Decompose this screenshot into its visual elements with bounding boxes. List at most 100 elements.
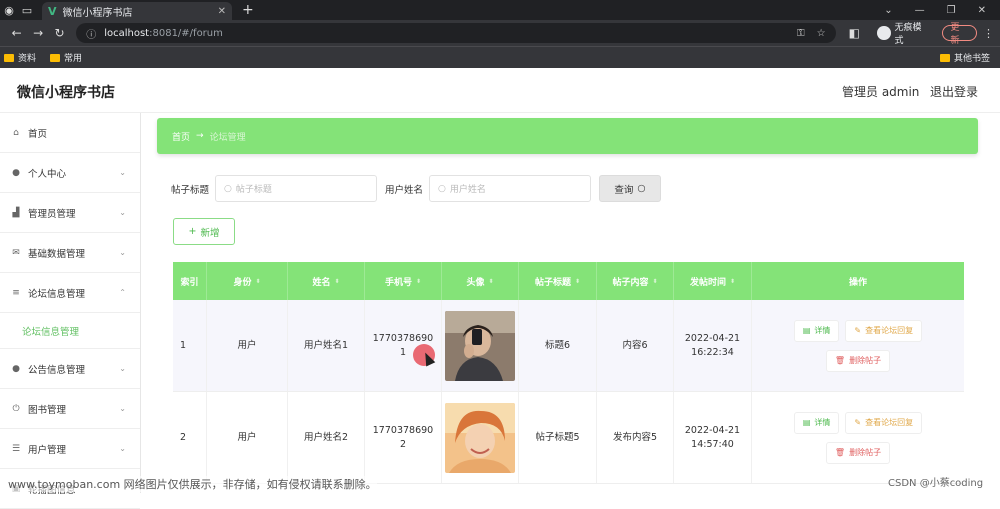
forward-icon[interactable]: → [27, 26, 48, 40]
sidebar-item-forum-management[interactable]: ≡ 论坛信息管理 ⌃ [0, 273, 140, 313]
window-controls: ⌄ — ❐ ✕ [884, 5, 1000, 16]
sidebar-item-personal-center[interactable]: ● 个人中心 ⌄ [0, 153, 140, 193]
plus-icon: + [188, 226, 197, 237]
star-icon[interactable]: ☆ [817, 28, 826, 39]
sidebar-item-admin-management[interactable]: ▟ 管理员管理 ⌄ [0, 193, 140, 233]
incognito-label: 无痕模式 [894, 23, 922, 46]
restore-icon[interactable]: ❐ [947, 5, 956, 16]
table-header: 索引 身份 ⬍ 姓名 ⬍ 手机号 ⬍ 头像 ⬍ 帖子标题 ⬍ 帖子内容 ⬍ 发帖时间 ⬍ 操作 [173, 262, 964, 300]
col-header-post-title[interactable]: 帖子标题 ⬍ [519, 262, 597, 300]
col-header-name[interactable]: 姓名 ⬍ [288, 262, 365, 300]
cell-avatar [442, 300, 519, 391]
cell-index: 2 [173, 392, 207, 483]
sidebar-toggle-icon[interactable]: ◧ [844, 26, 865, 40]
back-icon[interactable]: ← [6, 26, 27, 40]
watermark: www.toymoban.com 网络图片仅供展示，非存储，如有侵权请联系删除。 [8, 476, 377, 492]
col-header-avatar[interactable]: 头像 ⬍ [442, 262, 519, 300]
col-header-index[interactable]: 索引 [173, 262, 207, 300]
view-replies-button[interactable]: ✎ 查看论坛回复 [845, 319, 923, 342]
trash-icon: 🗑 [834, 447, 846, 457]
browser-menu-icon[interactable]: ⋮ [983, 27, 994, 40]
name-search-input[interactable]: ○ 用户姓名 [429, 175, 592, 202]
cell-actions: ▤ 详情 ✎ 查看论坛回复 🗑 删除帖子 [752, 300, 964, 391]
search-icon: ○ [224, 183, 232, 194]
key-icon[interactable]: ⚿ [797, 28, 805, 39]
add-button[interactable]: + 新增 [173, 218, 235, 245]
search-row: 帖子标题 ○ 帖子标题 用户姓名 ○ 用户姓名 查询 ○ [171, 175, 662, 202]
delete-button[interactable]: 🗑 删除帖子 [825, 349, 891, 372]
bookmark-label: 常用 [64, 54, 83, 64]
view-replies-button[interactable]: ✎ 查看论坛回复 [845, 411, 923, 434]
address-bar-row: ← → ↻ ⓘ localhost :8081/#/forum ⚿ ☆ ◧ 无痕… [0, 20, 1000, 46]
sidebar-item-user-management[interactable]: ☰ 用户管理 ⌄ [0, 429, 140, 469]
cell-post-content: 内容6 [597, 300, 674, 391]
sort-icon: ⬍ [415, 277, 422, 285]
sidebar-item-label: 用户管理 [28, 444, 67, 456]
cell-actions: ▤ 详情 ✎ 查看论坛回复 🗑 删除帖子 [752, 392, 964, 483]
table-row: 1 用户 用户姓名1 17703786901 标题6 内容6 2022-04-2… [173, 300, 964, 392]
col-header-post-content[interactable]: 帖子内容 ⬍ [597, 262, 674, 300]
site-info-icon[interactable]: ⓘ [86, 26, 96, 41]
chevron-up-icon: ⌃ [119, 288, 126, 297]
minimize-icon[interactable]: — [915, 5, 925, 16]
delete-button[interactable]: 🗑 删除帖子 [825, 441, 891, 464]
detail-label: 详情 [814, 325, 831, 335]
avatar[interactable] [445, 310, 515, 381]
detail-button[interactable]: ▤ 详情 [793, 319, 840, 342]
folder-icon [50, 53, 61, 62]
name-search-label: 用户姓名 [385, 184, 424, 196]
col-header-post-time[interactable]: 发帖时间 ⬍ [674, 262, 752, 300]
incognito-indicator[interactable]: 无痕模式 [876, 20, 930, 46]
bookmark-folder-1[interactable]: 资料 [4, 51, 36, 64]
sidebar-item-home[interactable]: ⌂ 首页 [0, 113, 140, 153]
tab-search-icon[interactable]: ⌄ [884, 5, 892, 16]
title-search-input[interactable]: ○ 帖子标题 [215, 175, 378, 202]
tab-list-icon[interactable]: ▭ [18, 0, 36, 20]
reload-icon[interactable]: ↻ [49, 26, 70, 40]
folder-icon [939, 53, 950, 62]
cell-name: 用户姓名1 [288, 300, 365, 391]
detail-button[interactable]: ▤ 详情 [793, 411, 840, 434]
sidebar-item-notice-management[interactable]: ● 公告信息管理 ⌄ [0, 349, 140, 389]
cell-index: 1 [173, 300, 207, 391]
post-time: 14:57:40 [691, 438, 734, 450]
home-icon: ⌂ [13, 127, 19, 138]
vue-logo-icon: V [48, 4, 57, 18]
incognito-icon [876, 26, 891, 40]
sidebar-item-label: 图书管理 [28, 404, 67, 416]
document-icon: ▤ [802, 325, 811, 335]
app-title: 微信小程序书店 [17, 85, 115, 101]
new-tab-icon[interactable]: + [242, 2, 254, 18]
update-button[interactable]: 更新 [941, 23, 978, 46]
avatar[interactable] [445, 402, 515, 473]
sidebar-item-basic-data[interactable]: ✉ 基础数据管理 ⌄ [0, 233, 140, 273]
power-icon: ⏻ [12, 403, 20, 414]
url-field[interactable]: ⓘ localhost :8081/#/forum ⚿ ☆ [76, 23, 836, 43]
browser-tab[interactable]: V 微信小程序书店 ✕ [42, 2, 232, 20]
user-icon: ● [12, 363, 20, 374]
browser-profile-icon[interactable]: ◉ [0, 0, 18, 20]
delete-label: 删除帖子 [849, 355, 882, 365]
title-search-placeholder: 帖子标题 [235, 185, 272, 195]
sidebar-item-label: 管理员管理 [28, 208, 76, 220]
breadcrumb-home[interactable]: 首页 [172, 130, 190, 143]
sidebar-item-book-management[interactable]: ⏻ 图书管理 ⌄ [0, 389, 140, 429]
query-button-label: 查询 [614, 184, 634, 196]
search-icon: ○ [637, 183, 646, 194]
forum-table: 索引 身份 ⬍ 姓名 ⬍ 手机号 ⬍ 头像 ⬍ 帖子标题 ⬍ 帖子内容 ⬍ 发帖时间 ⬍ 操作… [173, 262, 964, 484]
logout-link[interactable]: 退出登录 [930, 83, 978, 100]
col-header-role[interactable]: 身份 ⬍ [207, 262, 288, 300]
search-icon: ○ [438, 183, 446, 194]
chart-icon: ▟ [12, 207, 20, 218]
edit-icon: ✎ [854, 417, 862, 427]
query-button[interactable]: 查询 ○ [599, 175, 662, 202]
sidebar-item-label: 公告信息管理 [28, 364, 86, 376]
tab-title: 微信小程序书店 [62, 7, 133, 19]
close-window-icon[interactable]: ✕ [978, 5, 986, 16]
sidebar-item-label: 首页 [28, 128, 48, 140]
close-tab-icon[interactable]: ✕ [218, 6, 226, 17]
sidebar-subitem-forum-info[interactable]: 论坛信息管理 [0, 313, 140, 349]
col-header-phone[interactable]: 手机号 ⬍ [365, 262, 442, 300]
other-bookmarks[interactable]: 其他书签 [939, 51, 996, 64]
bookmark-folder-2[interactable]: 常用 [50, 51, 82, 64]
